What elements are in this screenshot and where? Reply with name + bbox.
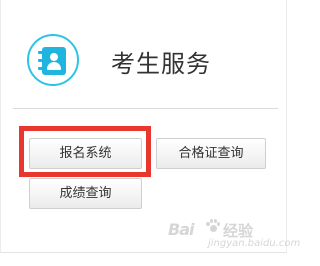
book-shape: [38, 47, 66, 75]
score-query-button[interactable]: 成绩查询: [29, 178, 142, 209]
exam-services-card: 考生服务 报名系统 合格证查询 成绩查询: [0, 0, 287, 253]
book-ring: [38, 67, 43, 70]
card-header: 考生服务: [1, 0, 286, 108]
book-ring: [38, 51, 43, 54]
contact-book-icon: [27, 34, 79, 86]
person-head-glyph: [50, 53, 58, 61]
book-ring: [38, 59, 43, 62]
certificate-query-button[interactable]: 合格证查询: [156, 138, 266, 169]
header-divider: [13, 108, 278, 109]
registration-system-button[interactable]: 报名系统: [29, 138, 142, 169]
person-body-glyph: [47, 62, 61, 70]
panel-title: 考生服务: [111, 50, 211, 78]
